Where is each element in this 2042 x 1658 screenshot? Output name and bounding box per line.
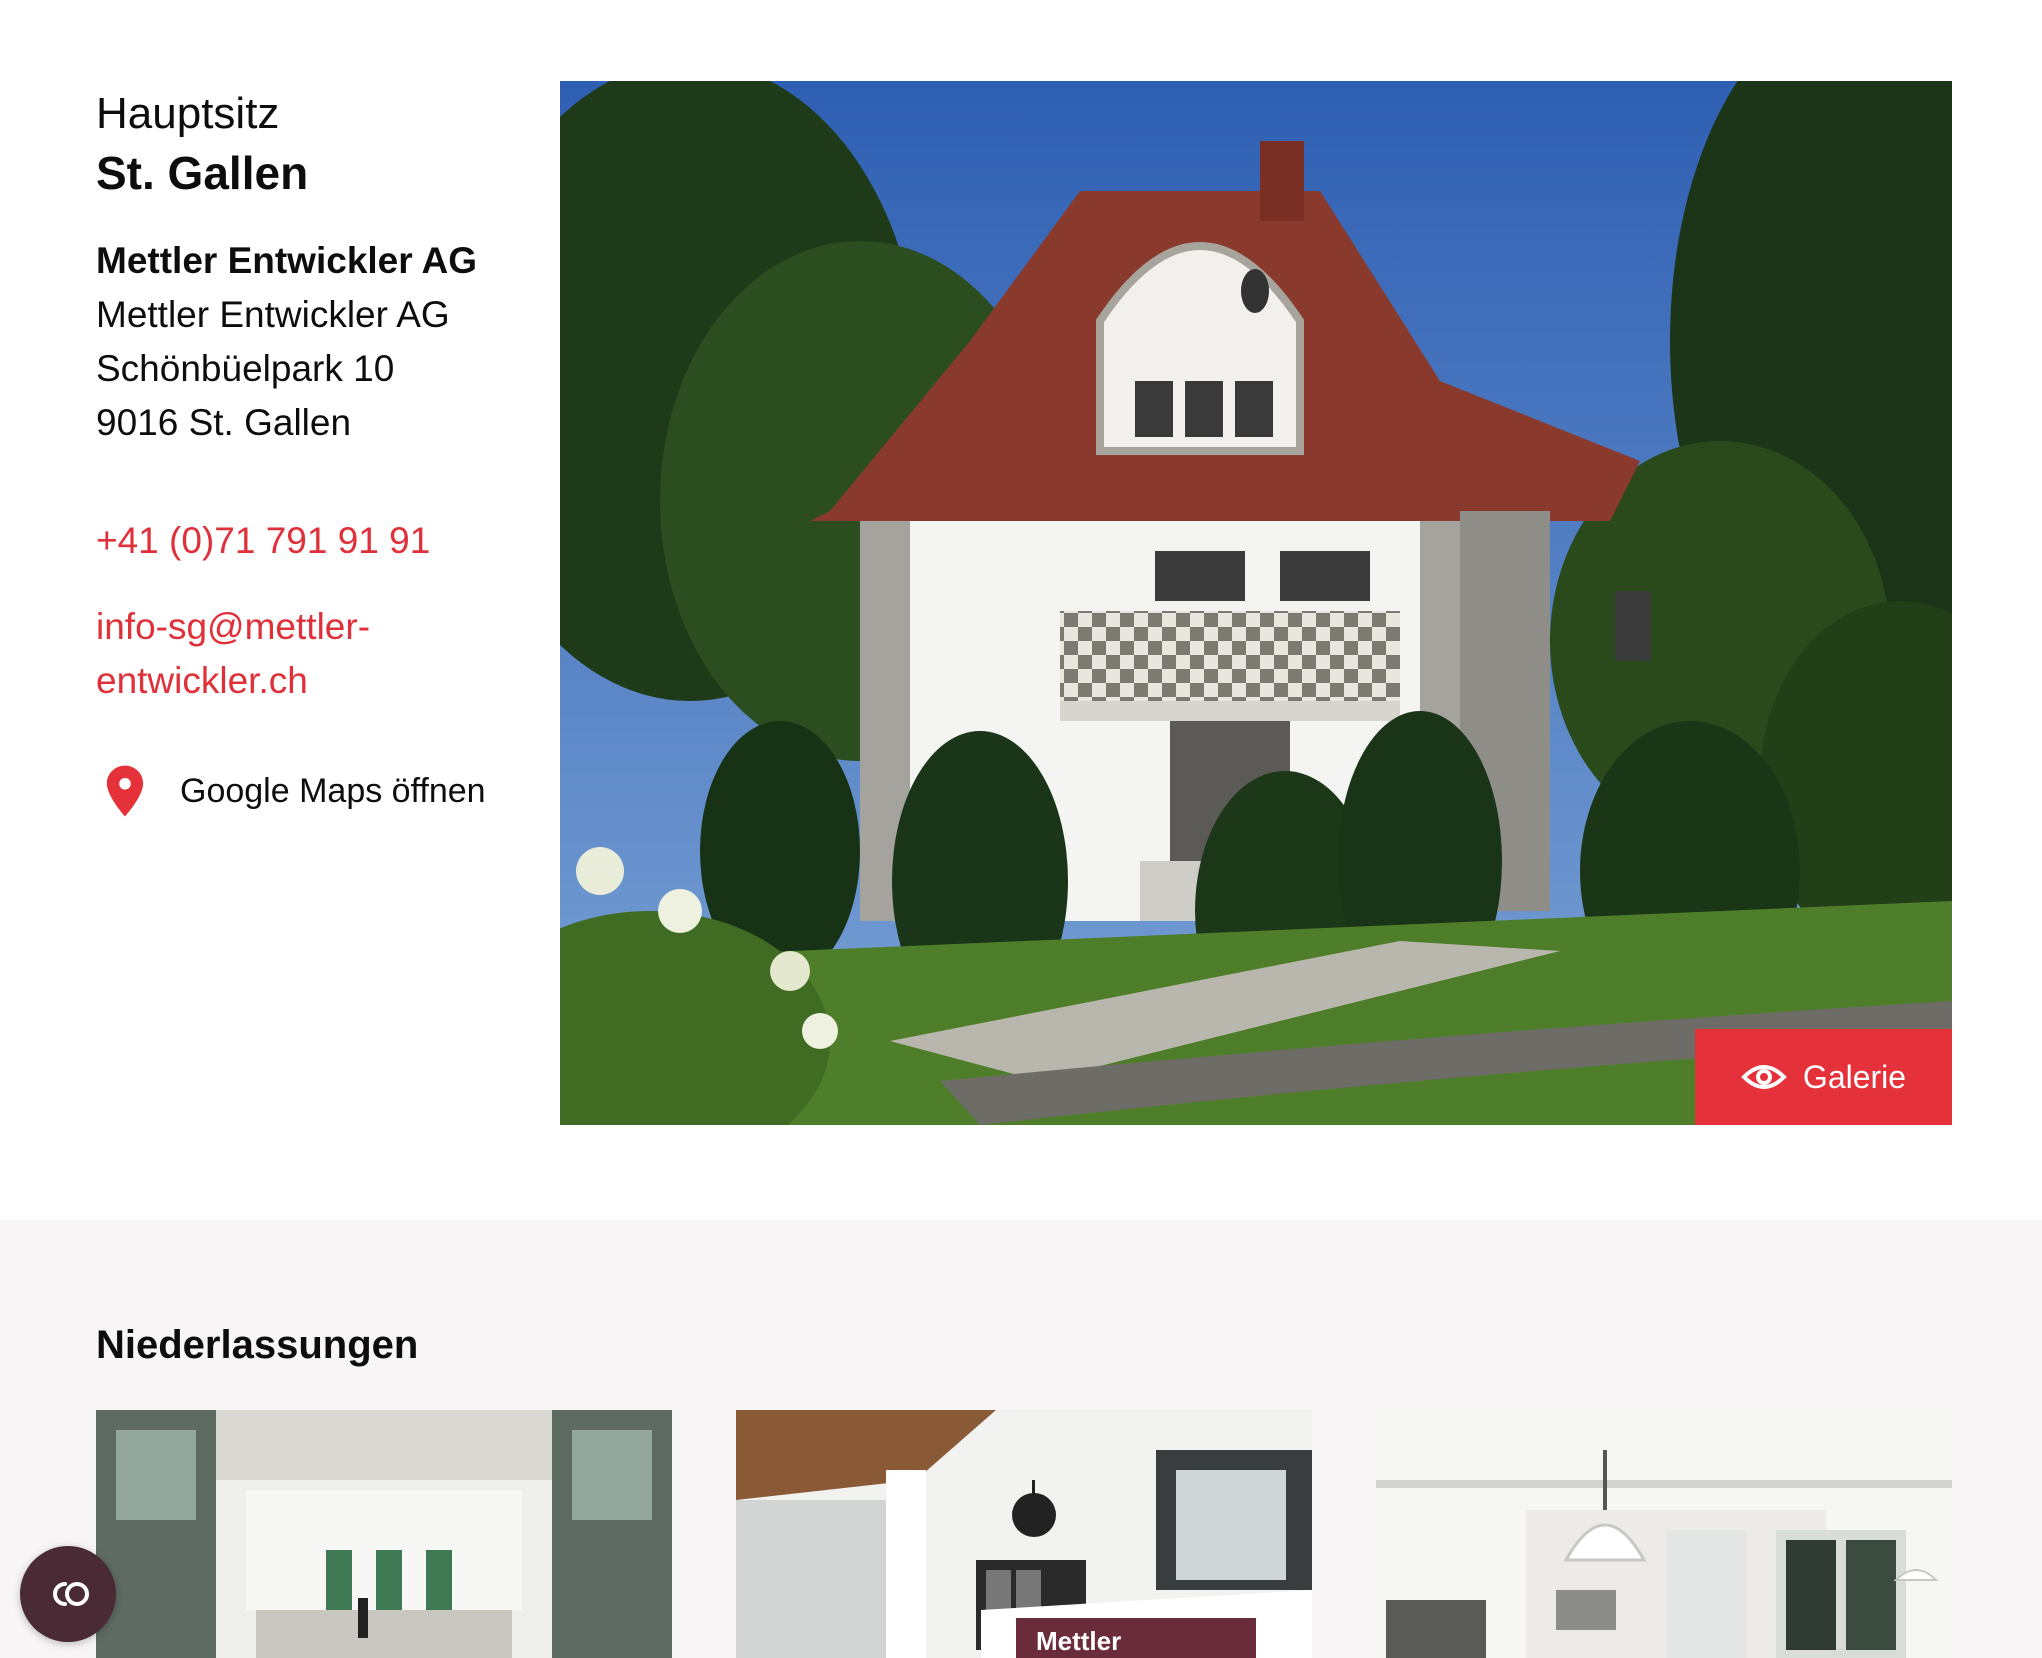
- branch-image-office: [1376, 1410, 1952, 1658]
- reception-sign-text: Mettler: [1036, 1626, 1121, 1656]
- branch-card-2[interactable]: Mettler: [736, 1410, 1312, 1658]
- headquarters-section: Hauptsitz St. Gallen Mettler Entwickler …: [0, 0, 2042, 1220]
- email-link[interactable]: info-sg@mettler-entwickler.ch: [96, 600, 456, 708]
- accessibility-icon: [53, 1582, 89, 1606]
- headquarters-photo: Galerie: [560, 81, 1952, 1125]
- location-city: St. Gallen: [96, 147, 309, 199]
- map-pin-icon: [106, 765, 144, 817]
- location-kicker: Hauptsitz: [96, 89, 280, 138]
- branch-card-3[interactable]: [1376, 1410, 1952, 1658]
- gallery-label: Galerie: [1802, 1059, 1907, 1095]
- villa-image: [560, 81, 1952, 1125]
- branches-section: Niederlassungen Mettler: [0, 1220, 2042, 1658]
- gallery-button[interactable]: Galerie: [1695, 1029, 1952, 1125]
- branch-image-reception: Mettler: [736, 1410, 1312, 1658]
- branch-card-1[interactable]: [96, 1410, 672, 1658]
- company-name: Mettler Entwickler AG: [96, 240, 478, 281]
- address-line-1: Mettler Entwickler AG: [96, 294, 450, 335]
- contact-info: Hauptsitz St. Gallen Mettler Entwickler …: [96, 86, 566, 820]
- branch-image-atrium: [96, 1410, 672, 1658]
- page: Hauptsitz St. Gallen Mettler Entwickler …: [0, 0, 2042, 1658]
- branches-title: Niederlassungen: [96, 1323, 419, 1367]
- address-line-3: 9016 St. Gallen: [96, 402, 352, 443]
- address-line-2: Schönbüelpark 10: [96, 348, 395, 389]
- phone-link[interactable]: +41 (0)71 791 91 91: [96, 514, 566, 568]
- eye-icon: [1741, 1065, 1787, 1089]
- google-maps-link[interactable]: Google Maps öffnen: [96, 762, 566, 820]
- accessibility-widget-button[interactable]: [20, 1546, 116, 1642]
- google-maps-label: Google Maps öffnen: [180, 772, 486, 810]
